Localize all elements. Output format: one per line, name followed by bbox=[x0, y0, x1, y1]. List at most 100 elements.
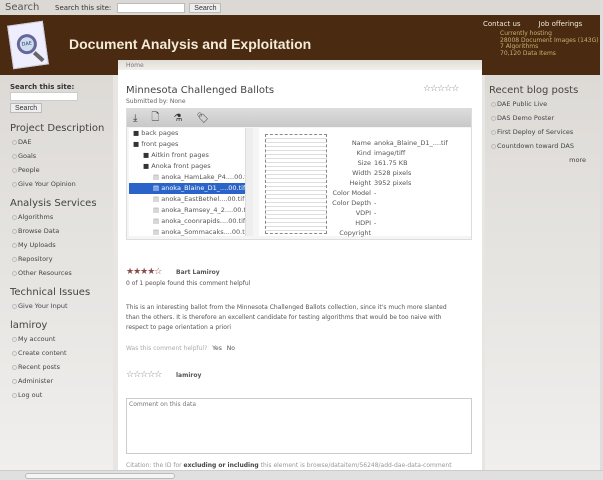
file-icon: ▤ bbox=[153, 217, 162, 225]
meta-key: Kind bbox=[356, 149, 371, 157]
sidebar-item[interactable]: Recent posts bbox=[12, 363, 113, 371]
tree-node-label: back pages bbox=[141, 129, 179, 137]
preview-pane: Name anoka_Blaine_D1_....tif Kind image/tif… bbox=[259, 128, 471, 238]
blog-title: Recent blog posts bbox=[489, 85, 579, 96]
sidebar-item[interactable]: Log out bbox=[12, 391, 113, 399]
file-icon: ▤ bbox=[153, 173, 162, 181]
rating-stars[interactable]: ☆☆☆☆☆ bbox=[423, 84, 459, 94]
tree-node-label: Aitkin front pages bbox=[151, 151, 209, 159]
meta-row: Copyright bbox=[329, 228, 448, 238]
tree-node[interactable]: ■ front pages bbox=[129, 139, 253, 150]
sidebar-item[interactable]: Give Your Input bbox=[12, 302, 113, 310]
blog-post-link[interactable]: DAS Demo Poster bbox=[491, 114, 600, 122]
sidebar-search-button[interactable]: Search bbox=[10, 103, 43, 113]
contact-us-link[interactable]: Contact us bbox=[483, 20, 521, 28]
tree-node-label: Anoka front pages bbox=[151, 162, 211, 170]
meta-value: image/tiff bbox=[374, 149, 406, 157]
sidebar-section-title: Project Description bbox=[10, 123, 105, 134]
file-icon: ▤ bbox=[153, 184, 162, 192]
meta-key: VDPI bbox=[355, 209, 371, 217]
tree-scrollbar[interactable] bbox=[245, 128, 253, 236]
tree-node-label: anoka_Blaine_D1_....00.tif bbox=[161, 184, 246, 192]
file-icon: ▤ bbox=[153, 195, 162, 203]
top-search-button[interactable]: Search bbox=[189, 2, 222, 13]
tree-node[interactable]: ▤ anoka_HamLake_P4....00.t bbox=[129, 172, 253, 183]
sidebar-item[interactable]: Algorithms bbox=[12, 213, 113, 221]
sidebar-item[interactable]: DAE bbox=[12, 138, 113, 146]
sidebar-section-title: Technical Issues bbox=[10, 287, 91, 298]
document-icon[interactable]: 🗋 bbox=[151, 110, 159, 127]
sidebar-search-input[interactable] bbox=[10, 92, 78, 101]
top-search-bar: Search Search this site: Search bbox=[0, 0, 603, 15]
meta-key: Color Depth bbox=[332, 199, 371, 207]
tree-node[interactable]: ▤ anoka_EastBethel....00.tif bbox=[129, 194, 253, 205]
folder-icon: ■ bbox=[143, 151, 152, 159]
new-rating-stars[interactable]: ☆☆☆☆☆ bbox=[126, 370, 162, 380]
tag-icon[interactable]: 🏷 bbox=[196, 113, 209, 124]
top-search-input[interactable] bbox=[117, 2, 186, 13]
sidebar-item[interactable]: Other Resources bbox=[12, 269, 113, 277]
tree-node[interactable]: ■ back pages bbox=[129, 128, 253, 139]
more-link[interactable]: more bbox=[485, 156, 586, 164]
citation-pre: Citation: the ID for bbox=[126, 462, 182, 469]
meta-key: Name bbox=[351, 139, 371, 147]
sidebar-item[interactable]: Give Your Opinion bbox=[12, 180, 113, 188]
sidebar-item[interactable]: Administer bbox=[12, 377, 113, 385]
review-author[interactable]: Bart Lamiroy bbox=[176, 269, 220, 276]
comment-input[interactable] bbox=[126, 398, 472, 454]
tree-node-label: anoka_HamLake_P4....00.t bbox=[161, 173, 247, 181]
download-icon[interactable]: ⤓ bbox=[133, 113, 137, 124]
sidebar-item[interactable]: My Uploads bbox=[12, 241, 113, 249]
left-sidebar: Search this site: Search Project Descrip… bbox=[0, 75, 113, 470]
site-title[interactable]: Document Analysis and Exploitation bbox=[69, 36, 311, 52]
sidebar-item[interactable]: My account bbox=[12, 335, 113, 343]
sidebar-item[interactable]: Browse Data bbox=[12, 227, 113, 235]
helpful-count: 0 of 1 people found this comment helpful bbox=[126, 280, 251, 287]
logo[interactable]: DAE bbox=[7, 20, 49, 70]
blog-post-link[interactable]: First Deploy of Services bbox=[491, 128, 600, 136]
file-tree[interactable]: ■ back pages ■ front pages ■ Aitkin front … bbox=[129, 128, 253, 236]
helpful-yes[interactable]: Yes bbox=[212, 345, 222, 352]
blog-post-link[interactable]: DAE Public Live bbox=[491, 100, 600, 108]
flask-icon[interactable]: ⚗ bbox=[173, 113, 182, 124]
new-review-author: lamiroy bbox=[176, 372, 202, 379]
submitted-by: Submitted by: None bbox=[126, 98, 186, 105]
hosting-stats: Currently hosting 28008 Document Images … bbox=[500, 30, 599, 57]
breadcrumb[interactable]: Home bbox=[118, 60, 482, 70]
meta-key: Size bbox=[357, 159, 371, 167]
citation-bold: excluding or including bbox=[183, 462, 259, 469]
tree-node[interactable]: ▤ anoka_Blaine_D1_....00.tif bbox=[129, 183, 253, 194]
stat-line: 70,120 Data Items bbox=[500, 49, 556, 57]
ballot-thumbnail[interactable] bbox=[265, 134, 327, 234]
meta-value: - bbox=[374, 209, 377, 217]
meta-key: Width bbox=[352, 169, 371, 177]
meta-row: Color Depth - bbox=[329, 198, 448, 208]
meta-row: Kind image/tiff bbox=[329, 148, 448, 158]
sidebar-item[interactable]: People bbox=[12, 166, 113, 174]
tree-node-label: anoka_Ramsey_4_2....00.tif bbox=[161, 206, 251, 214]
meta-value: 161.75 KB bbox=[374, 159, 408, 167]
tree-node[interactable]: ▤ anoka_coonrapids....00.tif bbox=[129, 216, 253, 227]
tree-node-label: front pages bbox=[141, 140, 179, 148]
tree-node[interactable]: ■ Aitkin front pages bbox=[129, 150, 253, 161]
meta-value: - bbox=[374, 219, 377, 227]
meta-row: Width 2528 pixels bbox=[329, 168, 448, 178]
helpful-no[interactable]: No bbox=[227, 345, 235, 352]
meta-row: Height 3952 pixels bbox=[329, 178, 448, 188]
tree-node[interactable]: ▤ anoka_Sommacaks....00.tif bbox=[129, 227, 253, 236]
meta-value: anoka_Blaine_D1_....tif bbox=[374, 139, 448, 147]
meta-value: - bbox=[374, 199, 377, 207]
sidebar-item[interactable]: Repository bbox=[12, 255, 113, 263]
meta-value: 3952 pixels bbox=[374, 179, 412, 187]
blog-post-link[interactable]: Countdown toward DAS bbox=[491, 142, 600, 150]
sidebar-item[interactable]: Goals bbox=[12, 152, 113, 160]
tree-node[interactable]: ▤ anoka_Ramsey_4_2....00.tif bbox=[129, 205, 253, 216]
horizontal-scrollbar[interactable] bbox=[0, 470, 603, 480]
tree-node[interactable]: ■ Anoka front pages bbox=[129, 161, 253, 172]
job-offerings-link[interactable]: Job offerings bbox=[539, 20, 583, 28]
review-stars: ★★★★☆ bbox=[126, 267, 162, 277]
sidebar-item[interactable]: Create content bbox=[12, 349, 113, 357]
tree-node-label: anoka_EastBethel....00.tif bbox=[161, 195, 245, 203]
helpful-question: Was this comment helpful? bbox=[126, 345, 208, 352]
meta-key: Copyright bbox=[339, 229, 371, 237]
